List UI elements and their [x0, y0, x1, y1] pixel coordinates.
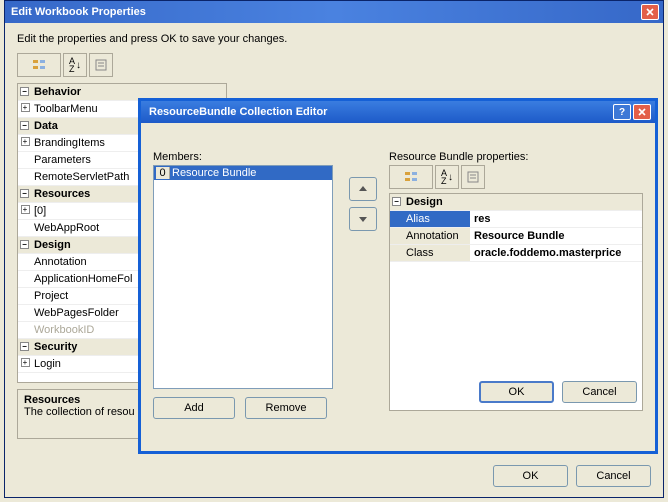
move-up-button[interactable]	[349, 177, 377, 201]
resourcebundle-collection-editor-dialog: ResourceBundle Collection Editor ? Membe…	[138, 98, 658, 454]
remove-button[interactable]: Remove	[245, 397, 327, 419]
inner-title: ResourceBundle Collection Editor	[145, 106, 613, 118]
cancel-button[interactable]: Cancel	[576, 465, 651, 487]
categorized-button[interactable]	[389, 165, 433, 189]
move-down-button[interactable]	[349, 207, 377, 231]
outer-title: Edit Workbook Properties	[9, 6, 641, 18]
inner-titlebar: ResourceBundle Collection Editor ?	[141, 101, 655, 123]
arrow-up-icon	[358, 184, 368, 194]
prop-alias[interactable]: Alias res	[390, 211, 642, 228]
prop-class[interactable]: Class oracle.foddemo.masterprice	[390, 245, 642, 262]
expand-icon[interactable]: +	[21, 358, 30, 367]
class-value[interactable]: oracle.foddemo.masterprice	[470, 245, 642, 261]
close-icon[interactable]	[633, 104, 651, 120]
members-label: Members:	[153, 151, 363, 163]
member-index: 0	[156, 167, 170, 179]
alphabetical-button[interactable]: AZ↓	[63, 53, 87, 77]
ok-button[interactable]: OK	[479, 381, 554, 403]
property-pages-button[interactable]	[461, 165, 485, 189]
ok-button[interactable]: OK	[493, 465, 568, 487]
collapse-icon[interactable]: −	[20, 87, 29, 96]
expand-icon[interactable]: +	[21, 137, 30, 146]
prop-annotation[interactable]: Annotation Resource Bundle	[390, 228, 642, 245]
member-name: Resource Bundle	[172, 167, 256, 179]
collapse-icon[interactable]: −	[392, 197, 401, 206]
alphabetical-button[interactable]: AZ↓	[435, 165, 459, 189]
category-design[interactable]: −Design	[390, 194, 642, 211]
outer-toolbar: AZ↓	[17, 53, 651, 77]
alias-value[interactable]: res	[470, 211, 642, 227]
annotation-value[interactable]: Resource Bundle	[470, 228, 642, 244]
outer-titlebar: Edit Workbook Properties	[5, 1, 663, 23]
expand-icon[interactable]: +	[21, 103, 30, 112]
collapse-icon[interactable]: −	[20, 189, 29, 198]
resource-bundle-property-grid[interactable]: −Design Alias res Annotation Resource Bu…	[389, 193, 643, 411]
categorized-button[interactable]	[17, 53, 61, 77]
instruction-text: Edit the properties and press OK to save…	[17, 33, 651, 45]
arrow-down-icon	[358, 214, 368, 224]
close-icon[interactable]	[641, 4, 659, 20]
collapse-icon[interactable]: −	[20, 240, 29, 249]
collapse-icon[interactable]: −	[20, 121, 29, 130]
members-list[interactable]: 0 Resource Bundle	[153, 165, 333, 389]
add-button[interactable]: Add	[153, 397, 235, 419]
member-item-0[interactable]: 0 Resource Bundle	[154, 166, 332, 180]
resource-bundle-properties-label: Resource Bundle properties:	[389, 151, 643, 163]
help-icon[interactable]: ?	[613, 104, 631, 120]
expand-icon[interactable]: +	[21, 205, 30, 214]
property-pages-button[interactable]	[89, 53, 113, 77]
collapse-icon[interactable]: −	[20, 342, 29, 351]
cancel-button[interactable]: Cancel	[562, 381, 637, 403]
inner-toolbar: AZ↓	[389, 165, 643, 189]
